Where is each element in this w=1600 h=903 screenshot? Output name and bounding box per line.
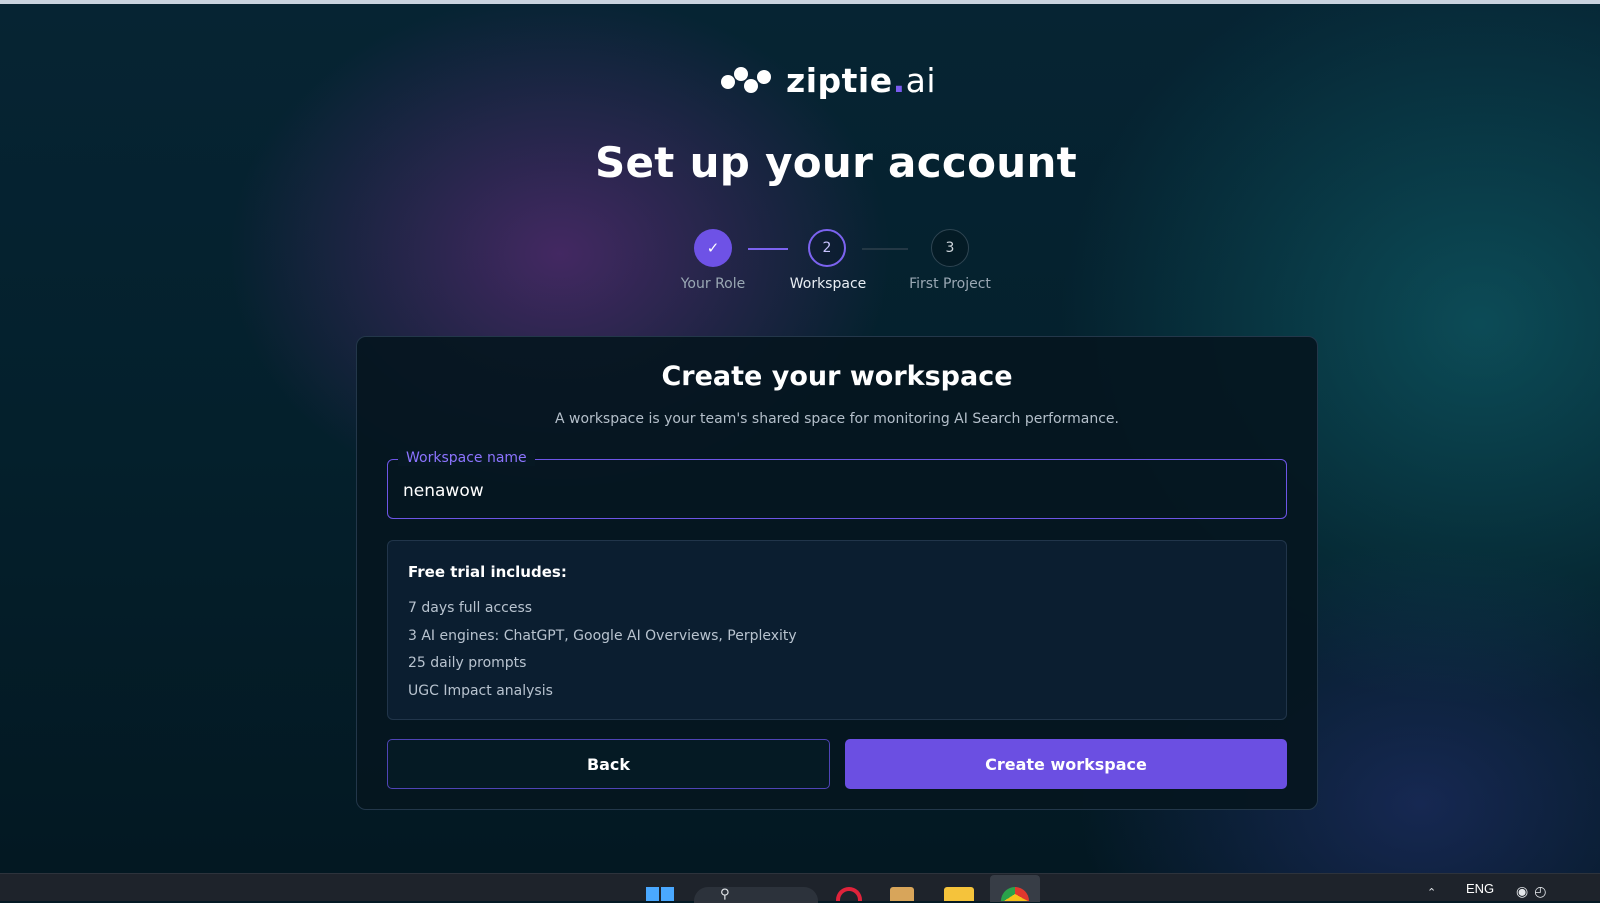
ziptie-logo-icon <box>721 67 771 93</box>
logo-name: ziptie <box>786 60 893 100</box>
step-2-indicator: 2 <box>808 229 846 267</box>
page-title: Set up your account <box>594 138 1078 187</box>
logo-dot: . <box>892 60 906 100</box>
step-1-check-icon: ✓ <box>694 229 732 267</box>
file-explorer-icon[interactable] <box>944 887 974 901</box>
workspace-card: Create your workspace A workspace is you… <box>356 336 1318 810</box>
card-title: Create your workspace <box>661 361 1013 392</box>
chevron-up-icon[interactable]: ⌃ <box>1427 886 1436 899</box>
windows-start-icon[interactable] <box>646 887 674 901</box>
workspace-name-label: Workspace name <box>398 450 535 466</box>
ziptie-logo-text: ziptie.ai <box>786 61 936 100</box>
step-connector-2 <box>862 248 908 250</box>
step-connector-1 <box>748 248 788 250</box>
list-item: 3 AI engines: ChatGPT, Google AI Overvie… <box>408 627 797 644</box>
workspace-name-field: Workspace name <box>387 450 1287 519</box>
free-trial-box: Free trial includes: 7 days full access … <box>387 540 1287 720</box>
language-indicator[interactable]: ENG <box>1466 881 1494 896</box>
free-trial-list: 7 days full access 3 AI engines: ChatGPT… <box>408 595 797 705</box>
workspace-name-input[interactable] <box>388 460 1286 518</box>
list-item: 7 days full access <box>408 600 533 616</box>
logo-suffix: ai <box>905 60 937 100</box>
step-label-first-project: First Project <box>909 276 991 292</box>
card-subtitle: A workspace is your team's shared space … <box>555 411 1119 427</box>
free-trial-title: Free trial includes: <box>408 563 567 581</box>
taskbar-search[interactable]: ⚲ <box>694 887 818 903</box>
step-3-indicator: 3 <box>931 229 969 267</box>
list-item: 25 daily prompts <box>408 655 527 671</box>
store-icon[interactable] <box>890 887 914 901</box>
system-tray-icons[interactable]: ◉◴ <box>1516 884 1552 900</box>
list-item: UGC Impact analysis <box>408 682 553 699</box>
windows-taskbar: ⚲ ⌃ ENG ◉◴ <box>0 873 1600 903</box>
ziptie-logo: ziptie.ai <box>720 58 936 102</box>
create-workspace-button[interactable]: Create workspace <box>845 739 1287 789</box>
step-label-workspace: Workspace <box>789 276 867 292</box>
back-button[interactable]: Back <box>387 739 830 789</box>
opera-icon[interactable] <box>836 887 862 901</box>
